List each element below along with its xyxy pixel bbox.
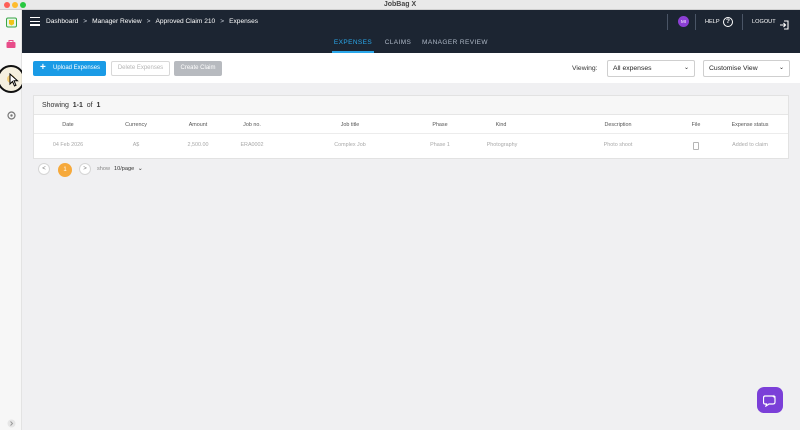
cell-description: Photo shoot xyxy=(603,142,633,148)
breadcrumb-approved-claim[interactable]: Approved Claim 210 xyxy=(155,18,215,25)
column-header-date[interactable]: Date xyxy=(54,120,82,130)
column-header-job-title[interactable]: Job title xyxy=(332,120,368,130)
breadcrumb-dashboard[interactable]: Dashboard xyxy=(46,18,78,25)
logout-link[interactable]: LOGOUT xyxy=(752,10,776,34)
header-divider xyxy=(742,14,743,30)
file-icon[interactable] xyxy=(693,142,699,150)
page-size-label: show xyxy=(97,166,111,172)
tab-manager-review[interactable]: MANAGER REVIEW xyxy=(422,34,488,53)
viewing-label: Viewing: xyxy=(572,65,598,72)
breadcrumb-manager-review[interactable]: Manager Review xyxy=(92,18,141,25)
avatar[interactable]: MI xyxy=(678,16,689,27)
header-divider xyxy=(667,14,668,30)
cell-phase: Phase 1 xyxy=(430,142,450,148)
expenses-table-card: Showing 1-1 of 1 Date Currency Amount Jo… xyxy=(33,95,789,159)
app-logo-icon[interactable] xyxy=(4,15,18,29)
window-title: JobBag X xyxy=(383,1,417,8)
upload-expenses-button[interactable]: + Upload Expenses xyxy=(33,61,106,76)
chevron-down-icon: ⌄ xyxy=(683,65,689,71)
chat-support-button[interactable] xyxy=(757,387,783,413)
next-page-button[interactable]: > xyxy=(79,163,91,175)
delete-expenses-button[interactable]: Delete Expenses xyxy=(111,61,170,76)
chevron-down-icon: ⌄ xyxy=(778,65,784,71)
briefcase-icon[interactable] xyxy=(4,37,18,51)
expand-sidebar-icon[interactable] xyxy=(4,416,18,430)
column-header-expense-status[interactable]: Expense status xyxy=(722,120,778,130)
column-header-description[interactable]: Description xyxy=(594,120,642,130)
table-row[interactable]: 04 Feb 2026 A$ 2,500.00 ERA0002 Complex … xyxy=(34,140,788,156)
plus-icon: + xyxy=(40,62,46,73)
previous-page-button[interactable]: < xyxy=(38,163,50,175)
app-sidebar xyxy=(0,10,25,430)
top-header: Dashboard > Manager Review > Approved Claim … xyxy=(22,10,800,34)
chevron-down-icon: ⌄ xyxy=(137,166,143,172)
section-tabs: EXPENSES CLAIMS MANAGER REVIEW xyxy=(22,34,800,53)
header-divider xyxy=(695,14,696,30)
column-header-kind[interactable]: Kind xyxy=(486,120,516,130)
breadcrumb: Dashboard > Manager Review > Approved Claim … xyxy=(46,18,259,25)
chat-bubble-icon xyxy=(763,394,776,407)
help-link[interactable]: HELP xyxy=(705,10,720,34)
create-claim-button[interactable]: Create Claim xyxy=(174,61,222,76)
gear-icon[interactable] xyxy=(4,108,18,122)
column-header-amount[interactable]: Amount xyxy=(182,120,214,130)
cell-currency: A$ xyxy=(132,142,140,148)
current-page-button[interactable]: 1 xyxy=(58,163,72,177)
column-header-currency[interactable]: Currency xyxy=(118,120,154,130)
cell-job-no: ERA0002 xyxy=(240,142,264,148)
column-header-phase[interactable]: Phase xyxy=(424,120,456,130)
menu-icon[interactable] xyxy=(30,17,40,27)
cell-date: 04 Feb 2026 xyxy=(52,142,84,148)
table-header-row: Date Currency Amount Job no. Job title P… xyxy=(34,120,788,134)
cell-kind: Photography xyxy=(486,142,518,148)
cell-amount: 2,500.00 xyxy=(187,142,209,148)
tab-expenses[interactable]: EXPENSES xyxy=(332,34,374,53)
cell-expense-status: Added to claim xyxy=(732,142,768,148)
customise-view-select[interactable]: Customise View ⌄ xyxy=(703,60,790,77)
breadcrumb-expenses: Expenses xyxy=(229,18,259,25)
results-summary: Showing 1-1 of 1 xyxy=(34,96,788,115)
column-header-file[interactable]: File xyxy=(684,120,708,130)
logout-icon[interactable] xyxy=(779,17,789,30)
cell-job-title: Complex Job xyxy=(334,142,366,148)
column-header-job-no[interactable]: Job no. xyxy=(234,120,270,130)
help-icon[interactable]: ? xyxy=(723,17,733,27)
viewing-select[interactable]: All expenses ⌄ xyxy=(607,60,695,77)
page-size-select[interactable]: 10/page ⌄ xyxy=(114,164,143,175)
window-title-bar: JobBag X xyxy=(0,0,800,10)
tab-claims[interactable]: CLAIMS xyxy=(382,34,414,53)
expenses-toolbar: + Upload Expenses Delete Expenses Create… xyxy=(22,53,800,83)
